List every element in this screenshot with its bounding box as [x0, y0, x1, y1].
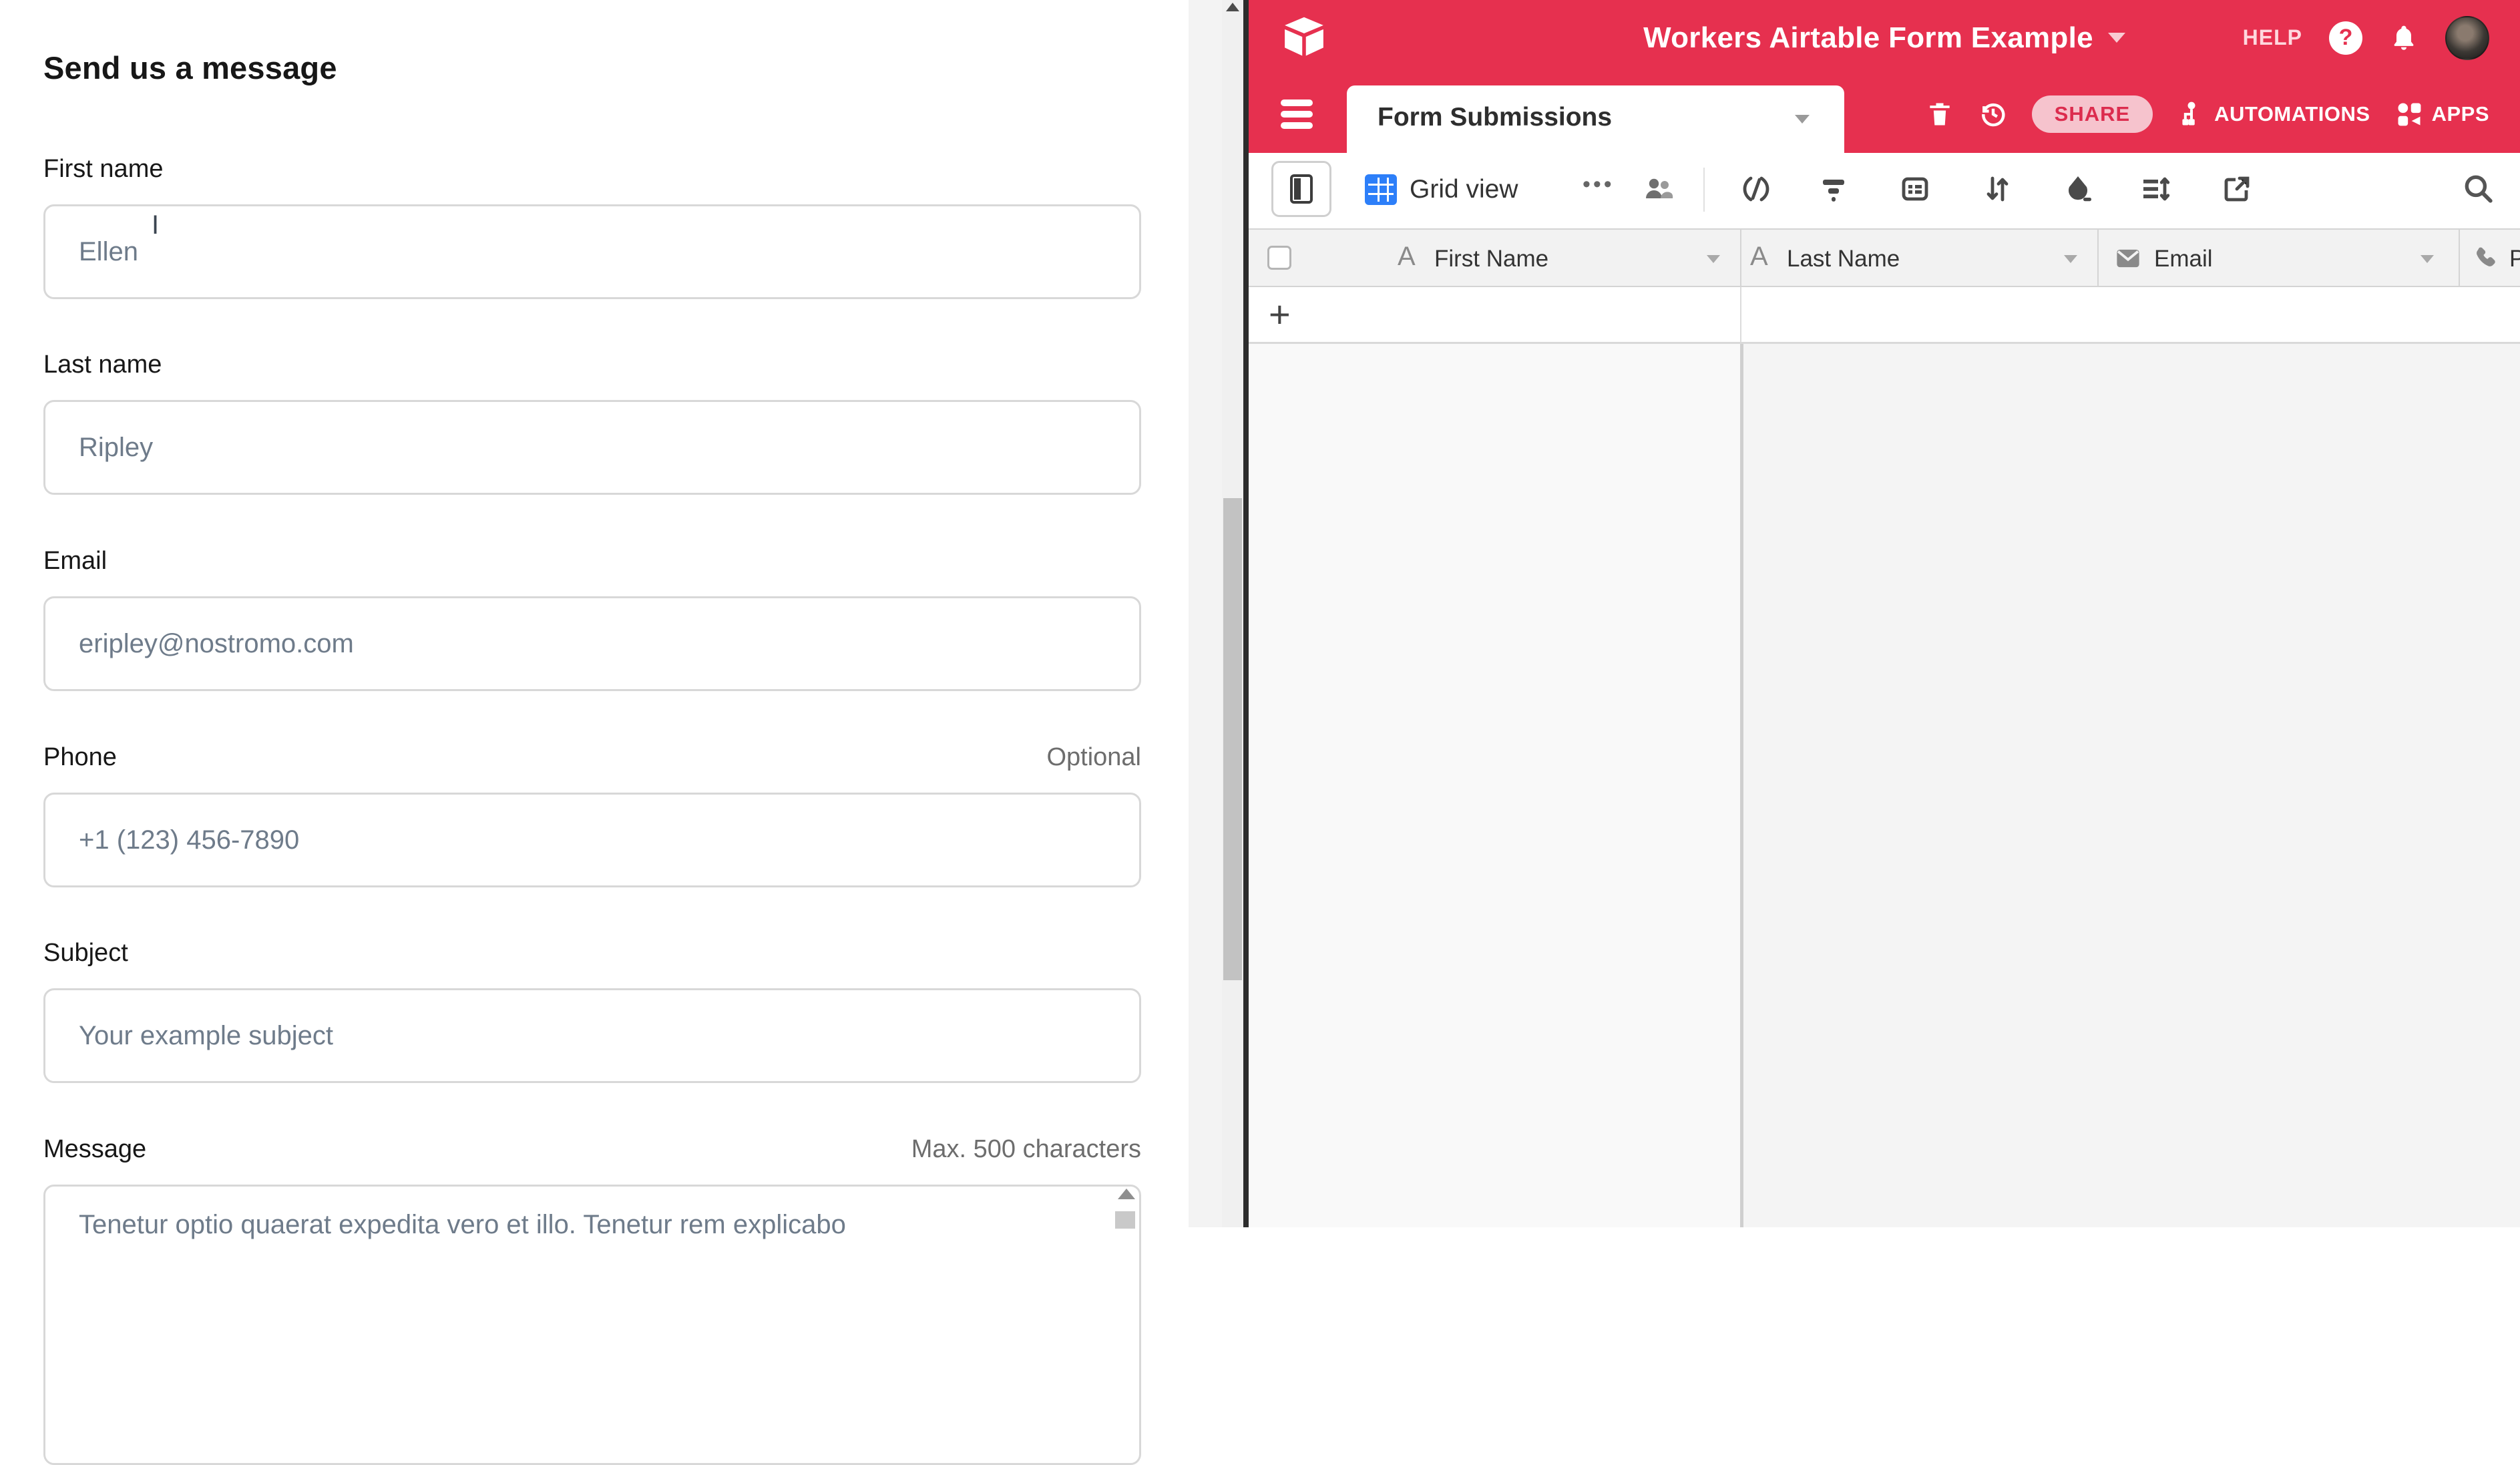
frozen-column-area: [1249, 344, 1740, 1227]
share-button[interactable]: SHARE: [2032, 95, 2153, 133]
first-name-label: First name: [43, 155, 163, 184]
select-all-checkbox[interactable]: [1267, 246, 1291, 270]
table-tab-form-submissions[interactable]: Form Submissions: [1347, 85, 1844, 153]
hamburger-menu-icon[interactable]: [1278, 95, 1315, 133]
history-icon[interactable]: [1978, 99, 2008, 129]
subject-input[interactable]: [43, 988, 1141, 1083]
page-gutter: [1189, 0, 1222, 1227]
message-textarea[interactable]: Tenetur optio quaerat expedita vero et i…: [43, 1185, 1141, 1465]
view-sidebar-toggle-button[interactable]: [1271, 161, 1331, 217]
window-divider: [1243, 0, 1249, 1227]
help-button[interactable]: HELP: [2243, 25, 2302, 50]
sidebar-toggle-icon: [1290, 174, 1313, 204]
contact-form-pane: Send us a message First name I Last name…: [0, 0, 1189, 1227]
chevron-down-icon[interactable]: [1707, 255, 1720, 263]
automations-label: AUTOMATIONS: [2214, 102, 2370, 126]
scrollbar-thumb[interactable]: [1223, 498, 1242, 980]
subject-label: Subject: [43, 939, 128, 968]
toolbar-divider: [1703, 168, 1705, 212]
apps-button[interactable]: APPS: [2394, 99, 2489, 129]
column-header-first-name[interactable]: First Name: [1434, 246, 1548, 272]
apps-label: APPS: [2432, 102, 2489, 126]
phone-label: Phone: [43, 743, 117, 772]
group-icon[interactable]: [1899, 173, 1931, 205]
column-header-last-name[interactable]: Last Name: [1787, 246, 1900, 272]
frozen-column-divider[interactable]: [1740, 344, 1743, 1227]
chevron-down-icon[interactable]: [2421, 255, 2434, 263]
grid-canvas: [1249, 344, 2520, 1227]
phone-field-icon: [2471, 244, 2499, 272]
form-heading: Send us a message: [43, 49, 337, 86]
share-view-icon[interactable]: [2221, 173, 2253, 205]
grid-view-icon: [1365, 174, 1397, 205]
column-header-phone[interactable]: P: [2509, 246, 2520, 272]
filter-icon[interactable]: [1818, 173, 1850, 205]
view-options-dots-button[interactable]: •••: [1583, 172, 1615, 198]
trash-icon[interactable]: [1925, 99, 1954, 129]
automations-icon: [2177, 99, 2206, 129]
scroll-up-arrow-icon[interactable]: [1118, 1189, 1135, 1199]
apps-icon: [2394, 99, 2424, 129]
chevron-down-icon[interactable]: [2108, 33, 2125, 43]
chevron-down-icon[interactable]: [1795, 115, 1810, 124]
base-title[interactable]: Workers Airtable Form Example: [1643, 21, 2093, 55]
first-name-input[interactable]: [43, 204, 1141, 299]
airtable-header: Workers Airtable Form Example HELP ?: [1249, 0, 2520, 75]
message-maxchars-note: Max. 500 characters: [911, 1135, 1141, 1164]
textarea-scroll-thumb[interactable]: [1115, 1211, 1135, 1229]
browser-scrollbar[interactable]: [1222, 0, 1243, 1227]
ibeam-cursor: I: [152, 211, 156, 239]
email-field-icon: [2114, 244, 2142, 272]
email-input[interactable]: [43, 596, 1141, 691]
phone-optional-note: Optional: [1046, 743, 1141, 772]
phone-input[interactable]: [43, 793, 1141, 887]
text-field-icon: A: [1750, 242, 1768, 272]
textarea-scrollbar[interactable]: [1114, 1189, 1139, 1227]
email-label: Email: [43, 547, 107, 576]
text-field-icon: A: [1398, 242, 1416, 272]
sort-icon[interactable]: [1980, 173, 2013, 205]
add-row-strip[interactable]: +: [1249, 287, 2520, 344]
add-row-plus-icon[interactable]: +: [1269, 292, 1291, 336]
message-label: Message: [43, 1135, 146, 1164]
chevron-down-icon[interactable]: [2064, 255, 2077, 263]
table-tab-label: Form Submissions: [1378, 103, 1612, 132]
view-toolbar: Grid view •••: [1249, 153, 2520, 228]
help-circle-icon[interactable]: ?: [2329, 21, 2362, 55]
color-icon[interactable]: [2062, 173, 2094, 205]
row-height-icon[interactable]: [2139, 173, 2171, 205]
view-name[interactable]: Grid view: [1410, 175, 1518, 204]
search-icon[interactable]: [2461, 172, 2495, 205]
column-header-row: A First Name A Last Name Email P: [1249, 228, 2520, 287]
column-divider: [1740, 287, 1741, 342]
last-name-input[interactable]: [43, 400, 1141, 495]
airtable-pane: Workers Airtable Form Example HELP ? For…: [1249, 0, 2520, 1227]
bell-icon[interactable]: [2389, 23, 2419, 53]
avatar[interactable]: [2445, 16, 2489, 60]
table-tab-bar: Form Submissions SHARE AUTOMATIONS: [1249, 75, 2520, 153]
column-header-email[interactable]: Email: [2154, 246, 2213, 272]
hide-fields-icon[interactable]: [1740, 173, 1772, 205]
collaborators-icon[interactable]: [1643, 173, 1675, 205]
last-name-label: Last name: [43, 351, 162, 379]
automations-button[interactable]: AUTOMATIONS: [2177, 99, 2370, 129]
scrollbar-up-arrow-icon[interactable]: [1226, 3, 1239, 11]
